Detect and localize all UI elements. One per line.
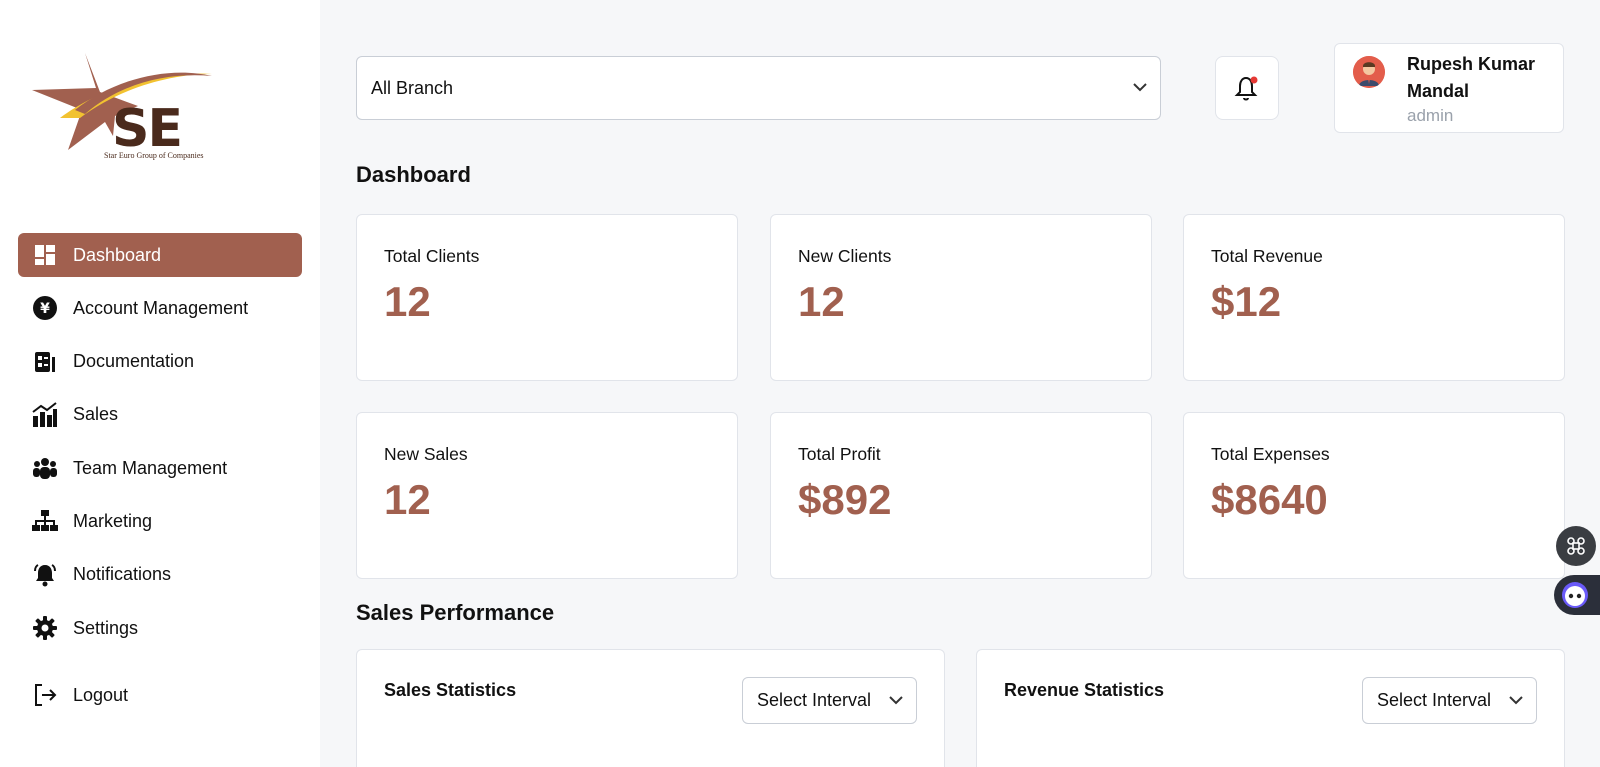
sidebar-item-label: Documentation (73, 351, 195, 372)
user-name: Rupesh Kumar Mandal (1407, 54, 1536, 101)
revenue-interval-select[interactable]: Select Interval (1362, 677, 1537, 724)
sidebar-item-dashboard[interactable]: Dashboard (18, 233, 302, 277)
sales-chart-icon (32, 402, 58, 428)
sales-statistics-card: Sales Statistics Select Interval (356, 649, 945, 767)
sidebar-nav: Dashboard ¥ Account Management Documenta… (18, 233, 302, 706)
company-logo[interactable]: SE (30, 48, 220, 168)
sales-interval-select[interactable]: Select Interval (742, 677, 917, 724)
notification-dot (1250, 76, 1258, 84)
sidebar-item-label: Team Management (73, 457, 228, 478)
sidebar-item-sales[interactable]: Sales (18, 393, 302, 437)
assistant-face-icon (1562, 582, 1588, 608)
stat-value: $12 (1211, 278, 1282, 325)
stat-label: New Sales (384, 444, 468, 464)
sidebar-item-label: Dashboard (73, 244, 162, 265)
chevron-down-icon (1508, 692, 1524, 713)
assistant-floating-button[interactable] (1554, 575, 1600, 615)
branch-select-value: All Branch (371, 77, 454, 98)
logo-caption: Star Euro Group of Companies (104, 151, 204, 160)
document-icon (32, 349, 58, 375)
sidebar-item-label: Notifications (73, 564, 172, 585)
star-logo-icon: SE (32, 53, 212, 159)
stat-card-total-clients: Total Clients 12 (356, 214, 738, 381)
user-profile-card[interactable]: Rupesh Kumar Mandal admin (1334, 43, 1564, 133)
svg-text:¥: ¥ (40, 301, 50, 317)
sidebar-item-settings[interactable]: Settings (18, 606, 302, 650)
stat-card-total-profit: Total Profit $892 (770, 412, 1152, 579)
logout-button[interactable]: Logout (18, 673, 302, 717)
sidebar-item-documentation[interactable]: Documentation (18, 340, 302, 384)
stat-card-total-expenses: Total Expenses $8640 (1183, 412, 1565, 579)
stat-label: Total Clients (384, 246, 480, 266)
stat-value: $8640 (1211, 476, 1328, 523)
sidebar: SE Star Euro Group of Companies Dashboar… (0, 0, 320, 767)
stat-label: Total Expenses (1211, 444, 1330, 464)
stat-value: 12 (384, 476, 431, 523)
stat-label: New Clients (798, 246, 892, 266)
avatar (1353, 56, 1385, 88)
logout-icon (32, 682, 58, 708)
logout-label: Logout (73, 684, 129, 705)
gear-icon (32, 615, 58, 641)
chart-title: Revenue Statistics (1004, 680, 1165, 700)
bell-icon (32, 562, 58, 588)
notification-button[interactable] (1215, 56, 1279, 120)
sidebar-item-label: Account Management (73, 297, 249, 318)
stat-label: Total Profit (798, 444, 881, 464)
chevron-down-icon (1132, 79, 1148, 100)
team-icon (32, 455, 58, 481)
sidebar-item-label: Settings (73, 617, 139, 638)
command-icon (1567, 537, 1585, 555)
user-role: admin (1407, 106, 1454, 125)
sidebar-item-notifications[interactable]: Notifications (18, 553, 302, 597)
stat-card-total-revenue: Total Revenue $12 (1183, 214, 1565, 381)
chevron-down-icon (888, 692, 904, 713)
sidebar-item-marketing[interactable]: Marketing (18, 499, 302, 543)
branch-select[interactable]: All Branch (356, 56, 1161, 120)
sidebar-item-team-management[interactable]: Team Management (18, 446, 302, 490)
section-title-sales-performance: Sales Performance (356, 600, 555, 625)
interval-select-value: Select Interval (1377, 690, 1492, 710)
bell-icon (1234, 76, 1258, 101)
stat-value: $892 (798, 476, 892, 523)
logo-text: SE (112, 99, 181, 158)
stat-value: 12 (798, 278, 845, 325)
sidebar-item-account-management[interactable]: ¥ Account Management (18, 286, 302, 330)
revenue-statistics-card: Revenue Statistics Select Interval (976, 649, 1565, 767)
chart-title: Sales Statistics (384, 680, 517, 700)
stat-card-new-sales: New Sales 12 (356, 412, 738, 579)
command-floating-button[interactable] (1556, 526, 1596, 566)
stat-card-new-clients: New Clients 12 (770, 214, 1152, 381)
page-title: Dashboard (356, 162, 471, 187)
stat-value: 12 (384, 278, 431, 325)
hierarchy-icon (32, 508, 58, 534)
main-content: All Branch Rupesh Kumar Mandal admin Das… (320, 0, 1600, 767)
sidebar-item-label: Marketing (73, 510, 153, 531)
dashboard-icon (32, 242, 58, 268)
stat-label: Total Revenue (1211, 246, 1323, 266)
interval-select-value: Select Interval (757, 690, 872, 710)
yen-coin-icon: ¥ (32, 295, 58, 321)
sidebar-item-label: Sales (73, 404, 119, 425)
